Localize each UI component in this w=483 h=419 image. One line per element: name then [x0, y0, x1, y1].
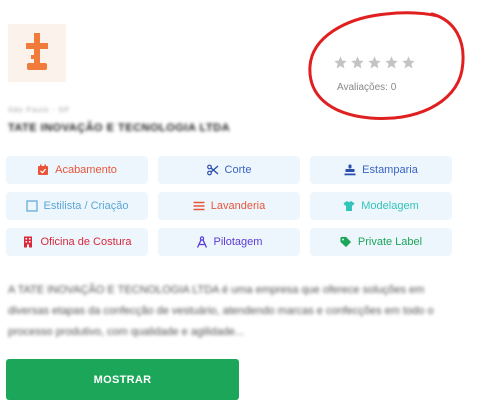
tag-estamparia[interactable]: Estamparia [310, 156, 452, 184]
star-icon [351, 56, 364, 69]
company-name: TATE INOVAÇÃO E TECNOLOGIA LTDA [8, 122, 231, 134]
star-rating [333, 55, 416, 70]
tag-acabamento[interactable]: Acabamento [6, 156, 148, 184]
company-location: São Paulo - SP [8, 107, 70, 114]
tag-oficina-de-costura[interactable]: Oficina de Costura [6, 228, 148, 256]
logo-letter-t-icon [26, 33, 48, 70]
tag-modelagem[interactable]: Modelagem [310, 192, 452, 220]
star-icon [334, 56, 347, 69]
stamp-icon [344, 164, 356, 176]
show-button[interactable]: MOSTRAR [6, 359, 239, 400]
square-outline-icon [25, 200, 38, 212]
tag-label: Corte [224, 164, 252, 176]
tag-pilotagem[interactable]: Pilotagem [158, 228, 300, 256]
badge-check-icon [37, 164, 49, 176]
star-icon [385, 56, 398, 69]
waves-icon [193, 200, 205, 212]
tag-label: Estamparia [362, 164, 418, 176]
tag-lavanderia[interactable]: Lavanderia [158, 192, 300, 220]
tag-icon [340, 236, 352, 248]
shirt-icon [343, 200, 355, 212]
rating-count-label: Avaliações: 0 [337, 82, 397, 93]
building-icon [22, 236, 34, 248]
tag-label: Private Label [357, 236, 423, 248]
tag-label: Modelagem [361, 200, 419, 212]
drafting-compass-icon [196, 236, 208, 248]
tag-label: Lavanderia [210, 200, 266, 212]
star-icon [368, 56, 381, 69]
tag-corte[interactable]: Corte [158, 156, 300, 184]
star-icon [402, 56, 415, 69]
tag-label: Estilista / Criação [43, 200, 129, 212]
tag-label: Oficina de Costura [40, 236, 132, 248]
tag-label: Acabamento [55, 164, 117, 176]
scissors-icon [206, 164, 219, 176]
service-tags: Acabamento Corte Estamparia Estilista / … [6, 156, 458, 256]
company-logo [8, 24, 66, 82]
tag-private-label[interactable]: Private Label [310, 228, 452, 256]
tag-estilista-criacao[interactable]: Estilista / Criação [6, 192, 148, 220]
rating-widget: Avaliações: 0 [304, 8, 466, 126]
company-description: A TATE INOVAÇÃO E TECNOLOGIA LTDA é uma … [8, 284, 434, 338]
tag-label: Pilotagem [213, 236, 263, 248]
